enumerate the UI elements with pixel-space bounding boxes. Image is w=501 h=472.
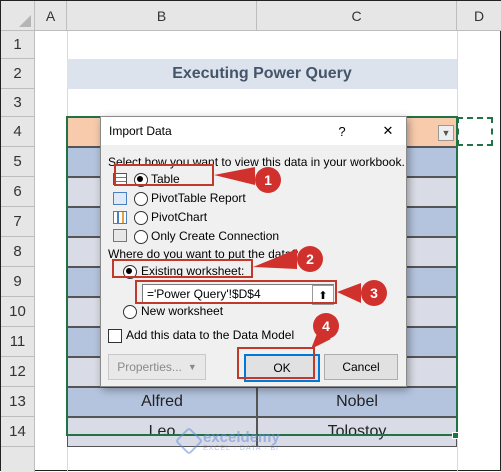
destination-cell-d4[interactable] — [457, 117, 493, 146]
radio-only-connection[interactable] — [134, 230, 148, 244]
row-header-9[interactable]: 9 — [1, 267, 35, 297]
close-button[interactable]: ✕ — [373, 117, 403, 145]
highlight-range-input — [135, 280, 337, 304]
filter-dropdown-icon[interactable]: ▼ — [438, 125, 454, 141]
column-header-d[interactable]: D — [457, 1, 501, 31]
row-header-11[interactable]: 11 — [1, 327, 35, 357]
row-header-12[interactable]: 12 — [1, 357, 35, 387]
table-cell-first-name[interactable]: Alfred — [67, 387, 257, 417]
fill-handle[interactable] — [452, 432, 459, 439]
option-pivotchart-label[interactable]: PivotChart — [151, 210, 207, 224]
connection-icon — [113, 229, 127, 242]
row-header-2[interactable]: 2 — [1, 59, 35, 89]
option-pivottable-label[interactable]: PivotTable Report — [151, 191, 246, 205]
data-model-checkbox[interactable] — [108, 329, 122, 343]
table-cell-last-name[interactable]: Nobel — [257, 387, 457, 417]
cancel-button[interactable]: Cancel — [324, 354, 398, 380]
dialog-title: Import Data — [109, 124, 172, 138]
highlight-existing-worksheet — [112, 259, 253, 278]
row-header-10[interactable]: 10 — [1, 297, 35, 327]
dropdown-arrow-icon: ▼ — [187, 362, 197, 372]
watermark-name: exceldemy — [203, 429, 280, 446]
pivottable-icon — [113, 192, 127, 205]
callout-1: 1 — [255, 167, 281, 193]
dialog-titlebar[interactable]: Import Data — [101, 117, 406, 145]
row-header-14[interactable]: 14 — [1, 417, 35, 447]
row-header-4[interactable]: 4 — [1, 117, 35, 147]
radio-new-worksheet[interactable] — [123, 305, 137, 319]
help-button[interactable]: ? — [327, 117, 357, 145]
row-header-8[interactable]: 8 — [1, 237, 35, 267]
column-header-b[interactable]: B — [67, 1, 257, 31]
option-only-connection-label[interactable]: Only Create Connection — [151, 229, 279, 243]
column-header-c[interactable]: C — [257, 1, 457, 31]
callout-4: 4 — [313, 313, 339, 339]
row-header-13[interactable]: 13 — [1, 387, 35, 417]
radio-pivotchart[interactable] — [134, 211, 148, 225]
row-header-5[interactable]: 5 — [1, 147, 35, 177]
row-header-15 — [1, 447, 35, 472]
row-header-3[interactable]: 3 — [1, 89, 35, 117]
highlight-table-option — [114, 164, 214, 186]
radio-pivottable[interactable] — [134, 192, 148, 206]
callout-2: 2 — [297, 246, 323, 272]
watermark: exceldemy EXCEL · DATA · BI — [174, 425, 280, 457]
new-worksheet-label[interactable]: New worksheet — [141, 304, 223, 318]
data-model-label[interactable]: Add this data to the Data Model — [126, 328, 294, 342]
corner-triangle-icon — [19, 15, 31, 27]
column-header-a[interactable]: A — [35, 1, 67, 31]
properties-label: Properties... — [117, 360, 182, 374]
grid-line-d — [457, 31, 458, 472]
highlight-ok-button — [237, 347, 315, 379]
row-header-7[interactable]: 7 — [1, 207, 35, 237]
exceldemy-logo-icon — [174, 426, 204, 456]
properties-button[interactable]: Properties... ▼ — [108, 354, 206, 380]
row-header-6[interactable]: 6 — [1, 177, 35, 207]
table-cell-last-name[interactable]: Tolostoy — [257, 417, 457, 447]
select-all-corner[interactable] — [1, 1, 35, 31]
callout-3: 3 — [361, 280, 387, 306]
pivotchart-icon — [113, 211, 127, 224]
watermark-tagline: EXCEL · DATA · BI — [203, 445, 279, 452]
sheet-title[interactable]: Executing Power Query — [67, 59, 457, 89]
row-header-1[interactable]: 1 — [1, 31, 35, 59]
